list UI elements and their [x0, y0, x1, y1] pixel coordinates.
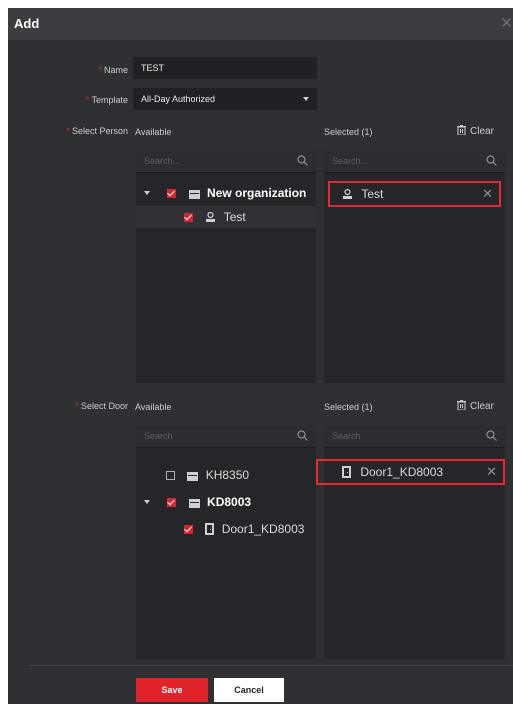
remove-icon[interactable]: ✕ [482, 183, 493, 205]
checkbox-checked[interactable] [184, 525, 193, 534]
tree-item-kh8350[interactable]: KH8350 [136, 464, 316, 486]
checkbox-unchecked[interactable] [166, 471, 175, 480]
device-icon [188, 499, 200, 508]
device-icon [187, 472, 199, 481]
tree-item-door1-kd8003[interactable]: Door1_KD8003 [136, 518, 316, 540]
person-selected-search-input[interactable]: Search... [324, 150, 505, 173]
person-icon [206, 212, 216, 222]
checkbox-checked[interactable] [167, 189, 177, 198]
person-icon [343, 189, 352, 199]
remove-icon[interactable]: ✕ [486, 461, 497, 483]
chevron-down-icon [303, 97, 309, 101]
cancel-button[interactable]: Cancel [214, 678, 286, 702]
door-selected-search-input[interactable]: Search [324, 425, 505, 448]
trash-icon [457, 125, 466, 135]
checkbox-checked[interactable] [167, 498, 177, 507]
tree-item-test[interactable]: Test [136, 206, 316, 228]
template-dropdown[interactable]: All-Day Authorized [133, 88, 317, 110]
door-icon [342, 466, 351, 478]
person-available-panel: Search... New organization Test [136, 150, 316, 383]
dialog-footer: Save Cancel [8, 666, 513, 704]
person-search-input[interactable]: Search... [136, 150, 316, 173]
name-label: * Name [98, 65, 128, 75]
search-icon[interactable] [297, 155, 308, 166]
folder-icon [188, 190, 200, 199]
door-clear-button[interactable]: Clear [457, 400, 494, 412]
close-icon[interactable]: ✕ [500, 14, 513, 32]
select-person-label: * Select Person [66, 126, 128, 136]
door-available-panel: Search KH8350 KD8003 Door1_KD8003 [136, 425, 316, 659]
template-label: * Template [85, 95, 128, 105]
selected-item-test[interactable]: Test ✕ [328, 181, 501, 207]
person-selected-label: Selected (1) [324, 127, 373, 137]
door-icon [205, 523, 215, 535]
door-available-label: Available [135, 402, 172, 412]
name-input[interactable]: TEST [133, 57, 317, 79]
caret-down-icon[interactable] [144, 500, 150, 504]
trash-icon [457, 400, 466, 410]
select-door-label: * Select Door [75, 401, 128, 411]
tree-item-kd8003[interactable]: KD8003 [136, 491, 316, 513]
dialog-title: Add [14, 16, 40, 31]
person-available-label: Available [135, 127, 172, 137]
tree-item-new-organization[interactable]: New organization [136, 182, 316, 204]
door-selected-panel: Search Door1_KD8003 ✕ [316, 425, 505, 659]
checkbox-checked[interactable] [184, 213, 193, 222]
person-selected-panel: Search... Test ✕ [324, 150, 505, 383]
door-search-input[interactable]: Search [136, 425, 316, 448]
selected-item-door1-kd8003[interactable]: Door1_KD8003 ✕ [316, 459, 505, 485]
search-icon[interactable] [486, 430, 497, 441]
title-bar[interactable]: Add ✕ [8, 8, 513, 40]
caret-down-icon[interactable] [144, 191, 150, 195]
template-value: All-Day Authorized [141, 94, 216, 104]
person-clear-button[interactable]: Clear [457, 125, 494, 137]
save-button[interactable]: Save [136, 678, 208, 702]
add-dialog: Add ✕ * Name TEST * Template All-Day Autho… [8, 8, 513, 704]
search-icon[interactable] [297, 430, 308, 441]
door-selected-label: Selected (1) [324, 402, 373, 412]
search-icon[interactable] [486, 155, 497, 166]
